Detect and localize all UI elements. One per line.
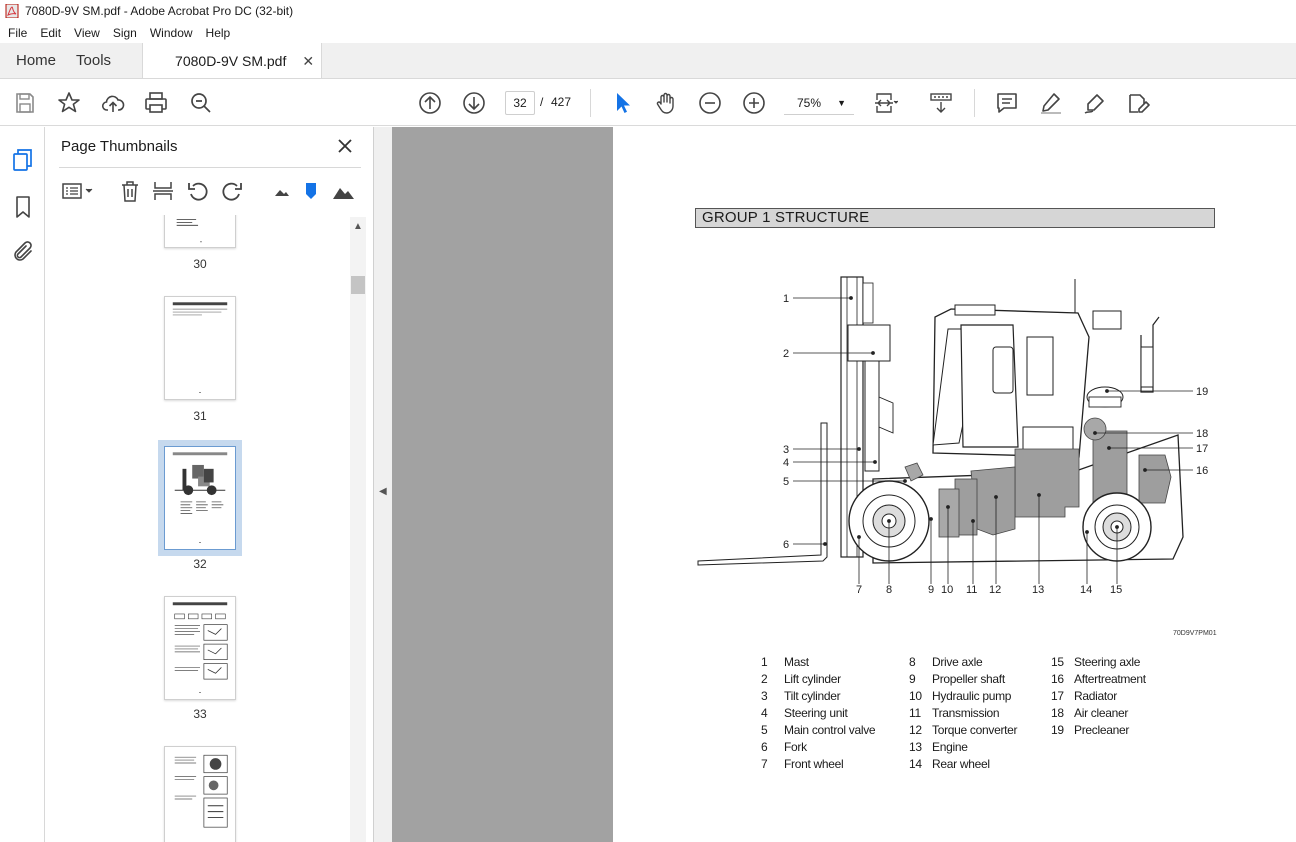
save-icon[interactable] — [13, 91, 37, 115]
thumbnail-page-number: 33 — [193, 707, 207, 721]
star-icon[interactable] — [57, 91, 81, 115]
page-number-input[interactable]: 32 — [505, 91, 535, 115]
callout: 5 — [783, 476, 789, 488]
page-thumbnail[interactable] — [164, 215, 236, 248]
callout: 7 — [856, 584, 862, 596]
close-icon[interactable] — [335, 136, 355, 156]
panel-title: Page Thumbnails — [61, 138, 178, 155]
pdf-page: GROUP 1 STRUCTURE 1 2 3 4 5 6 7 8 9 10 1… — [613, 127, 1296, 842]
tab-document[interactable]: 7080D-9V SM.pdf ✕ — [142, 43, 323, 78]
thumbnails-panel: Page Thumbnails 30 31 32 33 ▲ — [45, 127, 374, 842]
scrollbar-thumb[interactable] — [351, 276, 365, 294]
callout: 6 — [783, 539, 789, 551]
callout: 16 — [1196, 465, 1208, 477]
thumbnail-size-slider-icon[interactable] — [300, 180, 322, 202]
menu-view[interactable]: View — [68, 26, 106, 40]
chevron-left-icon[interactable]: ◀ — [379, 486, 387, 497]
main-toolbar — [0, 80, 1296, 126]
zoom-in-icon[interactable] — [742, 91, 766, 115]
menu-file[interactable]: File — [2, 26, 33, 40]
menu-bar: File Edit View Sign Window Help — [0, 22, 1296, 43]
zoom-value: 75% — [797, 96, 822, 110]
thumbnail-page-number: 31 — [193, 409, 207, 423]
callout: 18 — [1196, 428, 1208, 440]
page-thumbnail[interactable] — [164, 596, 236, 700]
tab-close-icon[interactable]: ✕ — [302, 53, 314, 70]
document-viewer[interactable]: GROUP 1 STRUCTURE 1 2 3 4 5 6 7 8 9 10 1… — [392, 127, 1296, 842]
delete-page-icon[interactable] — [119, 180, 141, 202]
thumbnail-options-icon[interactable] — [61, 180, 95, 202]
page-thumbnail[interactable] — [164, 296, 236, 400]
tab-home[interactable]: Home — [0, 43, 72, 78]
callout: 8 — [886, 584, 892, 596]
callout: 17 — [1196, 443, 1208, 455]
callout: 2 — [783, 348, 789, 360]
bookmark-icon[interactable] — [11, 195, 35, 219]
thumbnail-page-number: 32 — [193, 557, 207, 571]
menu-sign[interactable]: Sign — [107, 26, 143, 40]
print-icon[interactable] — [144, 91, 168, 115]
highlight-pen-icon[interactable] — [1039, 91, 1063, 115]
callout: 12 — [989, 584, 1001, 596]
toolbar-divider — [590, 89, 591, 117]
toolbar-divider — [974, 89, 975, 117]
next-page-icon[interactable] — [462, 91, 486, 115]
window-title: 7080D-9V SM.pdf - Adobe Acrobat Pro DC (… — [25, 4, 294, 18]
page-fit-icon[interactable] — [874, 91, 899, 115]
search-zoom-icon[interactable] — [189, 91, 213, 115]
zoom-select[interactable]: 75% ▼ — [784, 91, 854, 115]
chevron-down-icon: ▼ — [837, 98, 846, 108]
fill-sign-icon[interactable] — [1127, 91, 1151, 115]
chevron-up-icon[interactable]: ▲ — [353, 221, 363, 232]
thumbnail-toolbar — [59, 167, 361, 213]
extract-pages-icon[interactable] — [152, 180, 174, 202]
rotate-counterclockwise-icon[interactable] — [187, 180, 209, 202]
attachment-icon[interactable] — [11, 240, 35, 264]
page-thumbnail[interactable] — [164, 746, 236, 842]
callout: 3 — [783, 444, 789, 456]
tab-document-label: 7080D-9V SM.pdf — [175, 52, 287, 69]
callout: 11 — [966, 584, 977, 596]
title-bar: 7080D-9V SM.pdf - Adobe Acrobat Pro DC (… — [0, 0, 1296, 22]
larger-thumbnails-icon[interactable] — [332, 180, 354, 202]
menu-help[interactable]: Help — [200, 26, 237, 40]
callout: 15 — [1110, 584, 1122, 596]
page-thumbnails-icon[interactable] — [11, 148, 35, 172]
forklift-structure-diagram: 1 2 3 4 5 6 7 8 9 10 11 12 13 14 15 16 1… — [697, 276, 1208, 596]
smaller-thumbnails-icon[interactable] — [270, 180, 292, 202]
draw-freehand-icon[interactable] — [1083, 91, 1107, 115]
callout: 13 — [1032, 584, 1044, 596]
select-cursor-icon[interactable] — [610, 91, 634, 115]
figure-code: 70D9V7PM01 — [1173, 630, 1217, 637]
menu-edit[interactable]: Edit — [34, 26, 67, 40]
previous-page-icon[interactable] — [418, 91, 442, 115]
callout: 9 — [928, 584, 934, 596]
section-header: GROUP 1 STRUCTURE — [695, 208, 1215, 228]
callout: 10 — [941, 584, 953, 596]
comment-icon[interactable] — [995, 91, 1019, 115]
callout: 4 — [783, 457, 789, 469]
panel-collapse-strip[interactable]: ◀ — [374, 127, 392, 842]
menu-window[interactable]: Window — [144, 26, 199, 40]
scroll-mode-icon[interactable] — [929, 91, 953, 115]
zoom-out-icon[interactable] — [698, 91, 722, 115]
callout: 14 — [1080, 584, 1092, 596]
thumbnail-scrollbar[interactable]: ▲ — [350, 217, 366, 842]
page-total: 427 — [551, 95, 572, 109]
thumbnail-page-number: 30 — [193, 257, 207, 271]
acrobat-pdf-icon — [5, 4, 19, 18]
page-thumbnail-selected[interactable] — [158, 440, 242, 556]
parts-legend: 1 Mast 2 Lift cylinder 3 Tilt cylinder 4 Ste… — [761, 655, 1146, 771]
tab-tools[interactable]: Tools — [72, 43, 127, 78]
hand-tool-icon[interactable] — [654, 91, 678, 115]
thumbnail-list: 30 31 32 33 — [59, 215, 351, 842]
page-separator: / — [540, 95, 544, 109]
callout: 19 — [1196, 386, 1208, 398]
upload-cloud-icon[interactable] — [101, 91, 125, 115]
tab-bar: Home Tools 7080D-9V SM.pdf ✕ — [0, 43, 1296, 79]
left-navigation-rail — [0, 127, 45, 842]
rotate-clockwise-icon[interactable] — [221, 180, 243, 202]
callout: 1 — [783, 293, 789, 305]
